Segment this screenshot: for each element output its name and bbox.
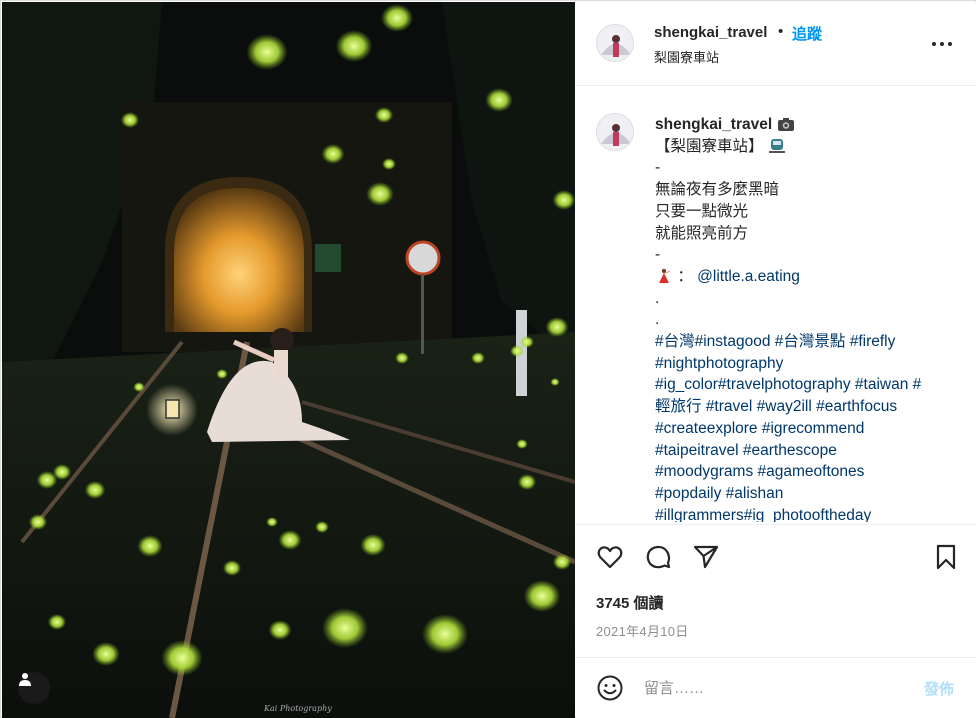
firefly-glow xyxy=(360,534,386,556)
post-photo[interactable]: Kai Photography xyxy=(2,2,575,718)
firefly-glow xyxy=(133,382,145,392)
caption-area: shengkai_travel 【梨園寮車站】 - 無論夜有多麼黑暗 只要一點微… xyxy=(576,87,976,522)
firefly-glow xyxy=(120,112,140,128)
firefly-glow xyxy=(510,345,524,357)
firefly-glow xyxy=(315,521,329,533)
firefly-glow xyxy=(52,464,72,480)
firefly-glow xyxy=(422,614,468,654)
firefly-glow xyxy=(550,378,560,386)
smiley-icon[interactable] xyxy=(596,674,624,702)
firefly-glow xyxy=(266,517,278,527)
avatar[interactable] xyxy=(596,113,634,151)
firefly-glow xyxy=(552,190,575,210)
caption-line: - xyxy=(655,246,661,264)
post-date: 2021年4月10日 xyxy=(596,624,689,639)
photo-scene xyxy=(2,2,575,718)
firefly-glow xyxy=(516,439,528,449)
firefly-glow xyxy=(137,535,163,557)
hashtag-line[interactable]: #createexplore #igrecommend xyxy=(655,418,955,440)
heart-icon[interactable] xyxy=(596,543,624,571)
bookmark-icon[interactable] xyxy=(932,543,960,571)
action-bar: 3745 個讀 2021年4月10日 xyxy=(576,524,976,659)
hashtag-line[interactable]: #moodygrams #agameoftones xyxy=(655,461,955,483)
firefly-glow xyxy=(380,4,414,32)
separator-dot: • xyxy=(778,23,784,40)
firefly-glow xyxy=(321,144,345,164)
caption-dot: . xyxy=(655,311,660,329)
hashtag-line[interactable]: 輕旅行 #travel #way2ill #earthfocus xyxy=(655,396,955,418)
firefly-glow xyxy=(216,369,228,379)
caption-line: 只要一點微光 xyxy=(655,202,749,220)
firefly-glow xyxy=(382,158,396,170)
comment-icon[interactable] xyxy=(644,543,672,571)
firefly-glow xyxy=(395,352,409,364)
firefly-glow xyxy=(374,107,394,123)
firefly-glow xyxy=(268,620,292,640)
view-count[interactable]: 3745 個讀 xyxy=(596,592,664,613)
hashtag-line[interactable]: #台灣#instagood #台灣景點 #firefly xyxy=(655,331,955,353)
firefly-glow xyxy=(161,640,203,676)
firefly-glow xyxy=(552,554,572,570)
post-side-panel: shengkai_travel • 追蹤 梨園寮車站 shengkai_trav… xyxy=(576,2,976,718)
firefly-glow xyxy=(517,474,537,490)
mention-link[interactable]: @little.a.eating xyxy=(697,268,800,285)
firefly-glow xyxy=(322,608,368,648)
firefly-glow xyxy=(485,88,513,112)
post-comment-button[interactable]: 發佈 xyxy=(924,678,954,699)
firefly-glow xyxy=(222,560,242,576)
firefly-glow xyxy=(366,182,394,206)
firefly-glow xyxy=(335,30,373,62)
caption-line: - xyxy=(655,159,661,177)
dancer-icon xyxy=(655,268,673,284)
firefly-glow xyxy=(278,530,302,550)
send-icon[interactable] xyxy=(692,543,720,571)
camera-icon xyxy=(777,116,795,132)
firefly-glow xyxy=(520,336,534,348)
caption-text: shengkai_travel 【梨園寮車站】 - 無論夜有多麼黑暗 只要一點微… xyxy=(655,114,955,522)
mention-prefix: ： xyxy=(677,267,693,285)
caption-line: 無論夜有多麼黑暗 xyxy=(655,181,780,199)
firefly-glow xyxy=(28,514,48,530)
caption-line: 【梨園寮車站】 xyxy=(655,137,764,155)
firefly-glow xyxy=(246,34,288,70)
comment-bar: 發佈 xyxy=(576,657,976,718)
firefly-glow xyxy=(523,580,561,612)
post-dialog: Kai Photography shengkai_travel • 追蹤 梨園寮… xyxy=(0,0,976,718)
hashtag-line[interactable]: #taipeitravel #earthescope xyxy=(655,440,955,462)
username-link[interactable]: shengkai_travel xyxy=(654,24,767,41)
post-header: shengkai_travel • 追蹤 梨園寮車站 xyxy=(576,2,976,86)
firefly-glow xyxy=(47,614,67,630)
more-horizontal-icon[interactable] xyxy=(932,38,952,50)
photo-watermark: Kai Photography xyxy=(264,704,332,713)
comment-input[interactable] xyxy=(644,672,914,704)
hashtag-line[interactable]: #ig_color#travelphotography #taiwan # xyxy=(655,374,955,396)
location-link[interactable]: 梨園寮車站 xyxy=(654,47,719,66)
hashtag-line[interactable]: #popdaily #alishan xyxy=(655,483,955,505)
firefly-glow xyxy=(92,642,120,666)
hashtag-list: #台灣#instagood #台灣景點 #firefly #nightphoto… xyxy=(655,331,955,522)
caption-dot: . xyxy=(655,289,660,307)
station-icon xyxy=(768,138,786,154)
firefly-glow xyxy=(471,352,485,364)
firefly-glow xyxy=(545,317,569,337)
tagged-users-icon[interactable] xyxy=(18,672,50,704)
caption-username[interactable]: shengkai_travel xyxy=(655,116,772,133)
hashtag-line[interactable]: #nightphotography xyxy=(655,353,955,375)
avatar[interactable] xyxy=(596,24,634,62)
follow-button[interactable]: 追蹤 xyxy=(792,23,822,44)
caption-line: 就能照亮前方 xyxy=(655,224,749,242)
firefly-glow xyxy=(84,481,106,499)
hashtag-line[interactable]: #illgrammers#ig_photooftheday xyxy=(655,505,955,522)
